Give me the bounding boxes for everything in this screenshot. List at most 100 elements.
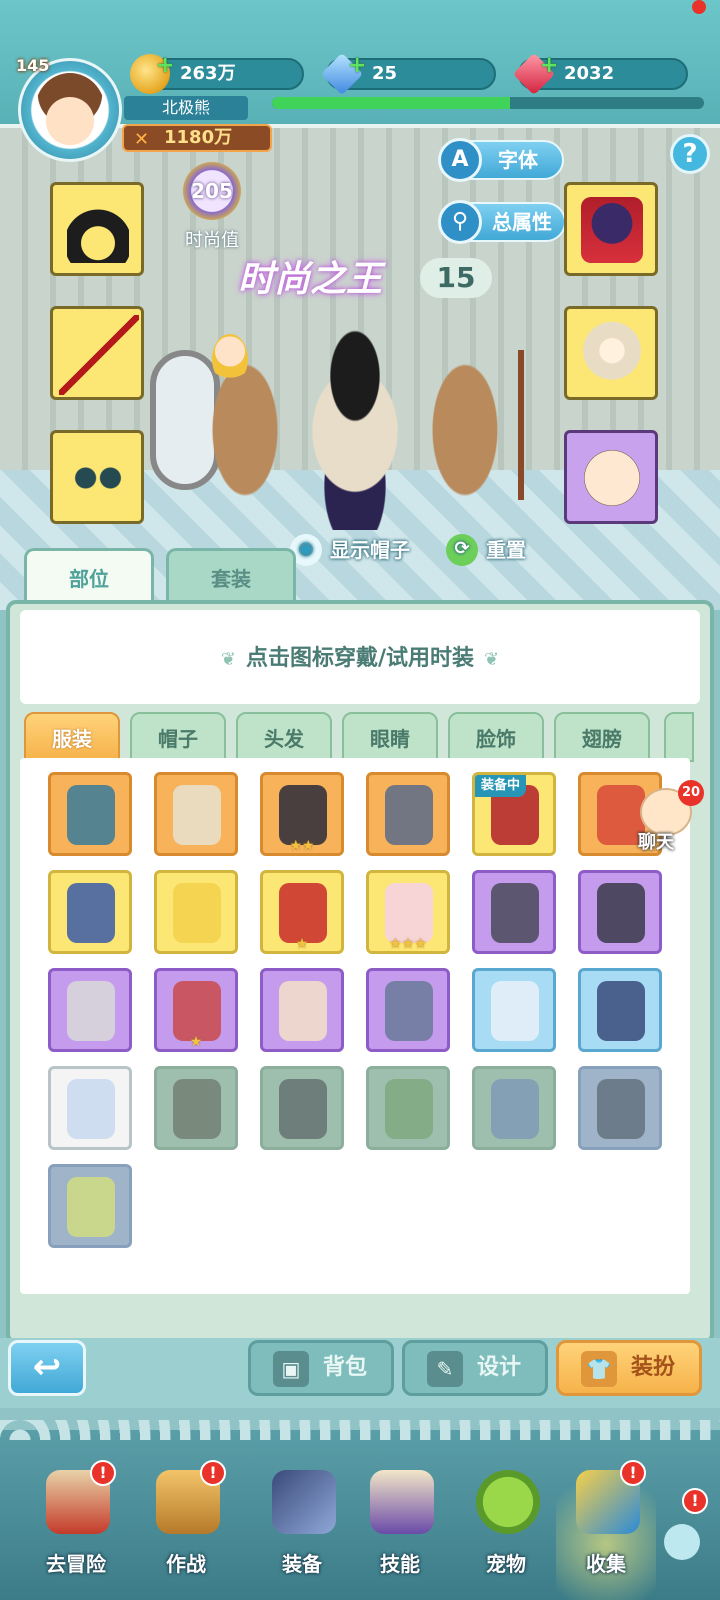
nav-equipment[interactable]: 装备	[252, 1460, 352, 1600]
font-button[interactable]: A 字体	[438, 138, 564, 182]
outfit-item[interactable]	[260, 968, 344, 1052]
outfit-item[interactable]: ★★	[260, 772, 344, 856]
outfit-item[interactable]: 装备中	[472, 772, 556, 856]
currency-coins[interactable]: + 263万	[130, 53, 304, 94]
fashion-value-medal[interactable]: 205 时尚值	[170, 162, 254, 252]
nav-collection[interactable]: ! 收集	[556, 1460, 656, 1600]
nav-label: 技能	[380, 1552, 420, 1576]
currency-rubies[interactable]: + 2032	[512, 52, 688, 96]
show-hat-toggle[interactable]: ◉ 显示帽子	[290, 532, 410, 568]
outfit-icon	[173, 1079, 221, 1139]
outfit-icon	[279, 1079, 327, 1139]
outfit-item[interactable]	[578, 870, 662, 954]
tab-sets[interactable]: 套装	[166, 548, 296, 604]
slot-hat[interactable]	[50, 182, 144, 276]
slime-pet-icon	[476, 1470, 540, 1534]
dress-up-button[interactable]: 👕 装扮	[556, 1340, 702, 1396]
outfit-icon	[173, 883, 221, 943]
fashion-title-level: 15	[420, 258, 492, 298]
outfit-item[interactable]	[48, 1164, 132, 1248]
magnifier-icon: ⚲	[438, 200, 482, 244]
nav-label: 宠物	[486, 1552, 526, 1576]
slot-outfit[interactable]	[564, 182, 658, 276]
nav-more[interactable]: !	[660, 1488, 710, 1570]
action-toolbar: ↩ ▣ 背包 ✎ 设计 👕 装扮	[0, 1338, 720, 1408]
outfit-item[interactable]: ★	[260, 870, 344, 954]
cannon-icon	[272, 1470, 336, 1534]
hint-label: 点击图标穿戴/试用时装	[245, 646, 475, 671]
category-tab-clothing[interactable]: 服装	[24, 712, 120, 762]
outfit-item[interactable]	[48, 772, 132, 856]
category-tab-eyes[interactable]: 眼睛	[342, 712, 438, 762]
outfit-item[interactable]	[154, 870, 238, 954]
category-tab-wings[interactable]: 翅膀	[554, 712, 650, 762]
slot-face[interactable]	[564, 430, 658, 524]
category-tab-hat[interactable]: 帽子	[130, 712, 226, 762]
nav-skills[interactable]: 技能	[350, 1460, 450, 1600]
outfit-item[interactable]	[366, 1066, 450, 1150]
eyes-icon	[67, 445, 129, 511]
avatar-face	[35, 73, 105, 147]
armor-icon	[581, 197, 643, 263]
outfit-icon	[279, 785, 327, 845]
category-tab-face[interactable]: 脸饰	[448, 712, 544, 762]
shirt-icon: 👕	[581, 1351, 617, 1387]
more-arrow-icon	[664, 1524, 700, 1560]
nav-pets[interactable]: 宠物	[456, 1460, 556, 1600]
total-attributes-button[interactable]: ⚲ 总属性	[438, 200, 566, 244]
reset-button[interactable]: ⟳ 重置	[446, 532, 526, 568]
outfit-item[interactable]	[472, 1066, 556, 1150]
add-rubies-icon[interactable]: +	[540, 52, 558, 80]
outfit-item[interactable]: ★	[154, 968, 238, 1052]
outfit-item[interactable]	[260, 1066, 344, 1150]
currency-diamonds[interactable]: + 25	[320, 52, 496, 96]
category-tab-more[interactable]	[664, 712, 694, 762]
outfit-item[interactable]	[578, 1066, 662, 1150]
add-diamonds-icon[interactable]: +	[348, 52, 366, 80]
outfit-item[interactable]: ★★★	[366, 870, 450, 954]
outfit-item[interactable]	[48, 870, 132, 954]
ruby-value: 2032	[564, 63, 615, 84]
nav-battle[interactable]: ! 作战	[136, 1460, 236, 1600]
slot-eyes[interactable]	[50, 430, 144, 524]
star-rating: ★	[189, 1034, 203, 1050]
outfit-item[interactable]	[578, 968, 662, 1052]
combat-power-value: 1180万	[164, 127, 233, 148]
outfit-icon	[67, 1177, 115, 1237]
outfit-item[interactable]	[154, 772, 238, 856]
equipped-badge: 装备中	[475, 775, 527, 797]
chat-button[interactable]: 20 聊天	[630, 780, 710, 854]
outfit-item[interactable]	[472, 870, 556, 954]
outfit-item[interactable]	[366, 772, 450, 856]
add-coins-icon[interactable]: +	[156, 52, 174, 80]
show-hat-label: 显示帽子	[330, 538, 410, 562]
category-tab-hair[interactable]: 头发	[236, 712, 332, 762]
slot-weapon[interactable]	[50, 306, 144, 400]
nav-adventure[interactable]: ! 去冒险	[26, 1460, 126, 1600]
outfit-icon	[385, 883, 433, 943]
character-preview[interactable]	[270, 310, 440, 530]
help-button[interactable]: ?	[670, 134, 710, 174]
bag-button[interactable]: ▣ 背包	[248, 1340, 394, 1396]
slot-hair[interactable]	[564, 306, 658, 400]
outfit-item[interactable]	[366, 968, 450, 1052]
back-button[interactable]: ↩	[8, 1340, 86, 1396]
outfit-item[interactable]	[48, 968, 132, 1052]
outfit-icon	[67, 981, 115, 1041]
outfit-icon	[385, 785, 433, 845]
outfit-item[interactable]	[472, 968, 556, 1052]
tab-parts[interactable]: 部位	[24, 548, 154, 604]
experience-bar	[272, 97, 704, 109]
design-button[interactable]: ✎ 设计	[402, 1340, 548, 1396]
fashion-value: 205	[183, 162, 241, 220]
font-button-label: 字体	[498, 148, 538, 172]
outfit-item[interactable]	[154, 1066, 238, 1150]
outfit-item[interactable]	[48, 1066, 132, 1150]
outfit-icon	[67, 1079, 115, 1139]
nav-label: 去冒险	[46, 1552, 106, 1576]
total-attributes-label: 总属性	[492, 210, 552, 234]
player-name: 北极熊	[124, 96, 248, 120]
fashion-value-label: 时尚值	[185, 230, 239, 251]
star-rating: ★	[295, 936, 309, 952]
reset-label: 重置	[486, 538, 526, 562]
